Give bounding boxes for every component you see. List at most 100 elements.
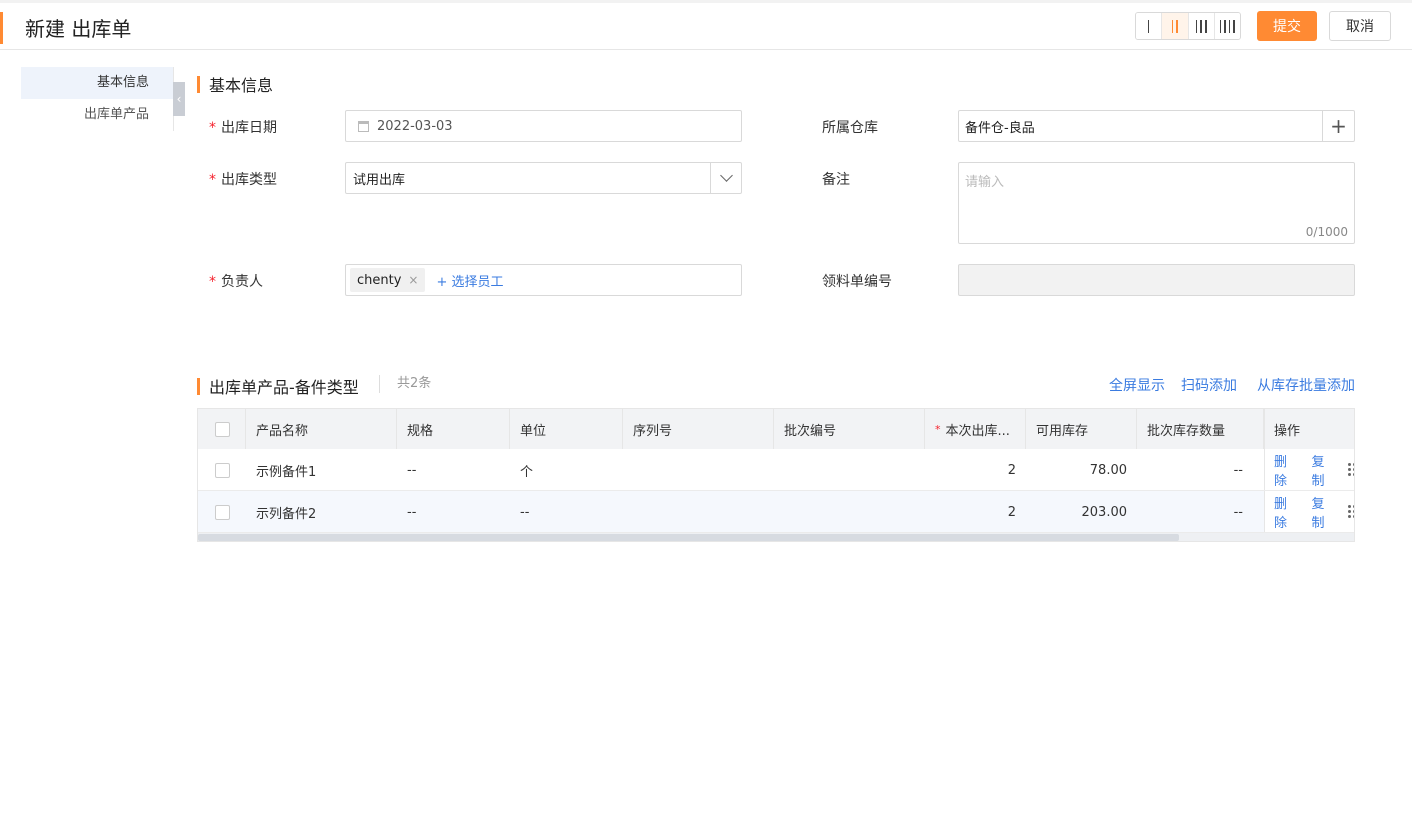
product-count: 共2条 bbox=[379, 375, 431, 393]
remark-placeholder: 请输入 bbox=[965, 175, 1005, 190]
nav-item-basic-info[interactable]: 基本信息 bbox=[21, 67, 174, 99]
table-row: 示列备件2 -- -- 2 203.00 -- 删除 复制 bbox=[198, 491, 1354, 533]
layout-4-column-button[interactable] bbox=[1214, 13, 1240, 39]
add-warehouse-button[interactable]: + bbox=[1322, 111, 1354, 141]
select-employee-link[interactable]: + 选择员工 bbox=[436, 271, 503, 290]
remove-tag-icon[interactable]: × bbox=[408, 273, 418, 287]
section-title-text: 出库单产品-备件类型 bbox=[209, 378, 359, 397]
outbound-date-picker[interactable]: 2022-03-03 bbox=[345, 110, 742, 142]
column-header[interactable]: 批次库存数量 bbox=[1137, 409, 1264, 449]
section-title-basic-info: 基本信息 bbox=[197, 72, 273, 96]
outbound-qty[interactable]: 2 bbox=[925, 491, 1026, 533]
page-header: 新建 出库单 提交 取消 bbox=[0, 3, 1412, 50]
four-bars-icon bbox=[1219, 19, 1236, 33]
drag-handle-icon[interactable] bbox=[1348, 463, 1354, 476]
serial-no[interactable] bbox=[623, 491, 774, 533]
nav-item-products[interactable]: 出库单产品 bbox=[21, 99, 174, 131]
pick-no-field bbox=[958, 264, 1355, 296]
outbound-date-label: * 出库日期 bbox=[209, 117, 277, 137]
column-header-qty[interactable]: * 本次出库... bbox=[925, 409, 1026, 449]
chevron-down-icon bbox=[719, 169, 733, 182]
table-row: 示例备件1 -- 个 2 78.00 -- 删除 复制 bbox=[198, 449, 1354, 491]
column-header[interactable]: 批次编号 bbox=[774, 409, 925, 449]
batch-no[interactable] bbox=[774, 449, 925, 491]
delete-link[interactable]: 删除 bbox=[1274, 451, 1300, 489]
delete-link[interactable]: 删除 bbox=[1274, 493, 1300, 531]
copy-link[interactable]: 复制 bbox=[1312, 493, 1338, 531]
select-all-checkbox[interactable] bbox=[215, 421, 230, 437]
remark-char-counter: 0/1000 bbox=[1305, 225, 1348, 239]
ops-header: 操作 bbox=[1264, 409, 1354, 449]
chevron-left-icon: ‹ bbox=[176, 92, 182, 106]
column-header[interactable]: 序列号 bbox=[623, 409, 774, 449]
layout-3-column-button[interactable] bbox=[1188, 13, 1215, 39]
batch-add-from-stock-link[interactable]: 从库存批量添加 bbox=[1257, 375, 1355, 395]
two-bars-icon bbox=[1171, 19, 1178, 33]
row-select-cell bbox=[198, 449, 246, 491]
copy-link[interactable]: 复制 bbox=[1312, 451, 1338, 489]
column-header-text: 本次出库... bbox=[945, 423, 1010, 439]
select-all-cell bbox=[198, 409, 246, 449]
batch-stock-qty: -- bbox=[1233, 462, 1243, 478]
title-accent-bar bbox=[0, 12, 3, 44]
row-checkbox[interactable] bbox=[215, 504, 230, 520]
section-accent-bar bbox=[197, 75, 200, 93]
remark-textarea[interactable]: 请输入 0/1000 bbox=[958, 162, 1355, 244]
spec: -- bbox=[407, 504, 417, 520]
column-header[interactable]: 规格 bbox=[397, 409, 510, 449]
column-layout-toggle bbox=[1135, 12, 1241, 40]
calendar-icon bbox=[358, 120, 369, 132]
one-bar-icon bbox=[1147, 19, 1150, 33]
available-stock: 203.00 bbox=[1081, 504, 1128, 520]
section-title-text: 基本信息 bbox=[209, 76, 274, 95]
row-select-cell bbox=[198, 491, 246, 533]
fullscreen-link[interactable]: 全屏显示 bbox=[1109, 375, 1165, 395]
required-mark: * bbox=[209, 120, 216, 136]
unit: -- bbox=[520, 504, 530, 520]
collapse-nav-button[interactable]: ‹ bbox=[173, 82, 185, 116]
outbound-qty[interactable]: 2 bbox=[925, 449, 1026, 491]
three-bars-icon bbox=[1195, 19, 1207, 33]
remark-label: 备注 bbox=[822, 172, 850, 188]
table-header: 产品名称 规格 单位 序列号 批次编号 * 本次出库... 可用库存 批次库存数量… bbox=[198, 409, 1354, 449]
owner-label: * 负责人 bbox=[209, 271, 263, 291]
layout-2-column-button[interactable] bbox=[1162, 13, 1189, 39]
batch-stock-qty: -- bbox=[1233, 504, 1243, 520]
column-header[interactable]: 单位 bbox=[510, 409, 623, 449]
owner-tag-text: chenty bbox=[357, 272, 402, 288]
outbound-type-label: * 出库类型 bbox=[209, 169, 277, 189]
page-title: 新建 出库单 bbox=[25, 17, 132, 41]
label-text: 负责人 bbox=[221, 274, 263, 290]
section-accent-bar bbox=[197, 377, 200, 395]
dropdown-toggle[interactable] bbox=[710, 163, 741, 193]
column-header: 操作 bbox=[1274, 423, 1301, 439]
cancel-button[interactable]: 取消 bbox=[1329, 11, 1391, 41]
layout-1-column-button[interactable] bbox=[1136, 13, 1163, 39]
required-mark: * bbox=[935, 422, 941, 436]
owner-selector[interactable]: chenty × + 选择员工 bbox=[345, 264, 742, 296]
drag-handle-icon[interactable] bbox=[1348, 505, 1354, 518]
products-table: 产品名称 规格 单位 序列号 批次编号 * 本次出库... 可用库存 批次库存数量… bbox=[197, 408, 1355, 542]
scan-add-link[interactable]: 扫码添加 bbox=[1181, 375, 1237, 395]
product-name: 示列备件2 bbox=[256, 506, 317, 522]
required-mark: * bbox=[209, 274, 216, 290]
outbound-type-select[interactable]: 试用出库 bbox=[345, 162, 742, 194]
row-actions: 删除 复制 bbox=[1264, 449, 1354, 490]
required-mark: * bbox=[209, 172, 216, 188]
outbound-type-value: 试用出库 bbox=[353, 172, 406, 188]
scrollbar-thumb[interactable] bbox=[198, 534, 1179, 541]
column-header[interactable]: 可用库存 bbox=[1026, 409, 1137, 449]
batch-no[interactable] bbox=[774, 491, 925, 533]
row-actions: 删除 复制 bbox=[1264, 491, 1354, 532]
label-text: 出库日期 bbox=[221, 120, 277, 136]
outbound-date-value: 2022-03-03 bbox=[377, 118, 453, 134]
label-text: 出库类型 bbox=[221, 172, 277, 188]
row-checkbox[interactable] bbox=[215, 462, 230, 478]
warehouse-field[interactable]: 备件仓-良品 + bbox=[958, 110, 1355, 142]
product-name: 示例备件1 bbox=[256, 464, 317, 480]
serial-no[interactable] bbox=[623, 449, 774, 491]
column-header[interactable]: 产品名称 bbox=[246, 409, 397, 449]
plus-icon: + bbox=[1330, 114, 1347, 138]
owner-tag: chenty × bbox=[350, 268, 426, 292]
submit-button[interactable]: 提交 bbox=[1257, 11, 1317, 41]
